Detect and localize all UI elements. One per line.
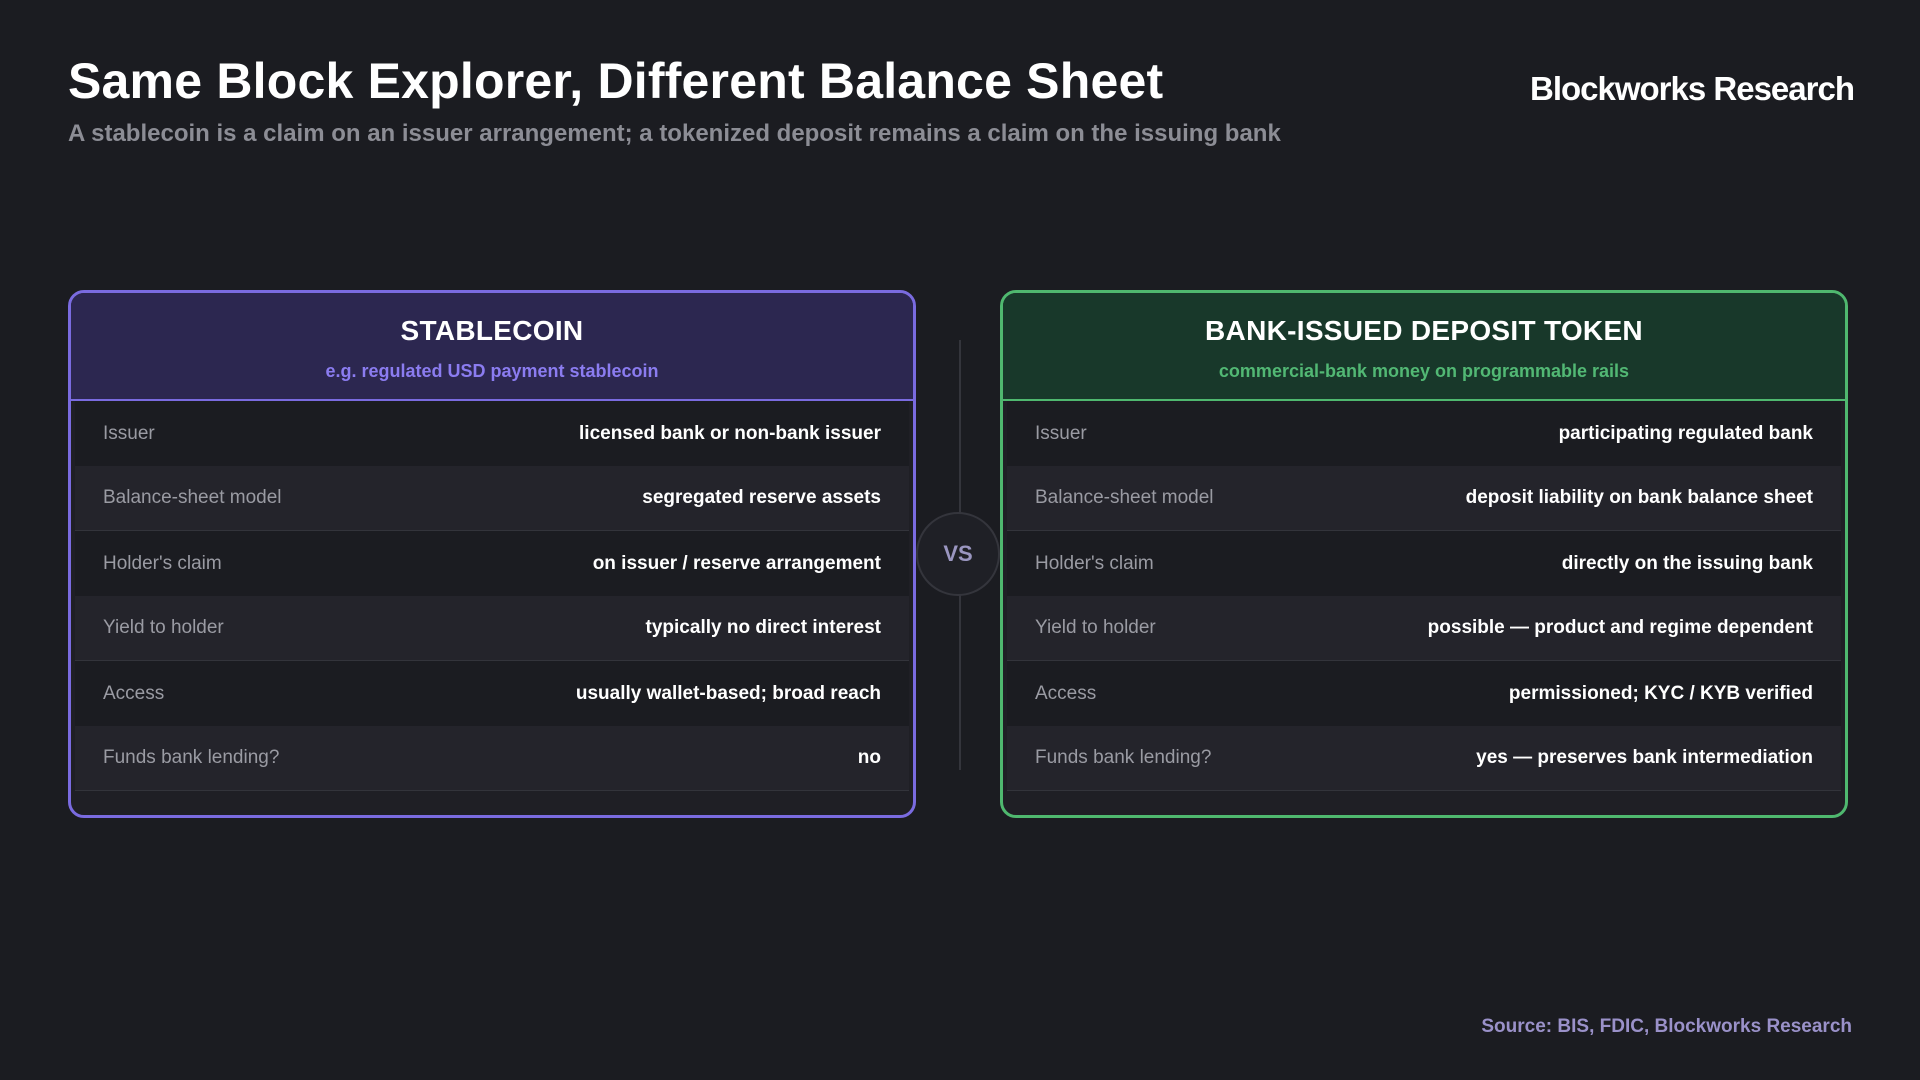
row-label: Yield to holder: [1035, 617, 1156, 638]
row-label: Access: [103, 682, 165, 704]
comparison-row: Holder's claim directly on the issuing b…: [1007, 531, 1841, 596]
row-value: usually wallet-based; broad reach: [575, 682, 881, 704]
deposit-token-card-header: BANK-ISSUED DEPOSIT TOKEN commercial-ban…: [1003, 293, 1845, 401]
comparison-row: Funds bank lending? no: [75, 726, 909, 791]
row-value: licensed bank or non-bank issuer: [579, 422, 881, 444]
deposit-token-card-subtitle: commercial-bank money on programmable ra…: [1218, 361, 1630, 381]
comparison-row: Yield to holder possible — product and r…: [1007, 596, 1841, 661]
deposit-token-rows: Issuer participating regulated bank Bala…: [1003, 401, 1845, 791]
row-label: Issuer: [103, 422, 155, 444]
row-label: Balance-sheet model: [1035, 487, 1214, 508]
deposit-token-card: BANK-ISSUED DEPOSIT TOKEN commercial-ban…: [1000, 290, 1848, 818]
row-value: permissioned; KYC / KYB verified: [1508, 682, 1813, 704]
page-title: Same Block Explorer, Different Balance S…: [68, 53, 1164, 109]
brand-logo: Blockworks Research: [1529, 70, 1855, 107]
row-label: Issuer: [1035, 422, 1087, 444]
stablecoin-card-subtitle: e.g. regulated USD payment stablecoin: [325, 361, 659, 381]
comparison-row: Issuer licensed bank or non-bank issuer: [75, 401, 909, 466]
row-value: deposit liability on bank balance sheet: [1465, 487, 1813, 508]
comparison-row: Access usually wallet-based; broad reach: [75, 661, 909, 726]
deposit-token-card-title: BANK-ISSUED DEPOSIT TOKEN: [1205, 315, 1643, 346]
vs-badge: VS: [916, 512, 1000, 596]
comparison-row: Issuer participating regulated bank: [1007, 401, 1841, 466]
row-label: Funds bank lending?: [1035, 747, 1212, 768]
page-subtitle: A stablecoin is a claim on an issuer arr…: [68, 120, 1281, 147]
stablecoin-rows: Issuer licensed bank or non-bank issuer …: [71, 401, 913, 791]
row-label: Funds bank lending?: [103, 747, 280, 768]
row-value: segregated reserve assets: [642, 487, 881, 508]
comparison-row: Access permissioned; KYC / KYB verified: [1007, 661, 1841, 726]
row-value: participating regulated bank: [1558, 422, 1813, 444]
row-label: Access: [1035, 682, 1097, 704]
row-label: Holder's claim: [103, 552, 222, 574]
row-value: on issuer / reserve arrangement: [592, 552, 881, 574]
comparison-row: Yield to holder typically no direct inte…: [75, 596, 909, 661]
comparison-row: Holder's claim on issuer / reserve arran…: [75, 531, 909, 596]
row-value: directly on the issuing bank: [1561, 552, 1813, 574]
row-label: Yield to holder: [103, 617, 224, 638]
row-label: Holder's claim: [1035, 552, 1154, 574]
row-label: Balance-sheet model: [103, 487, 282, 508]
row-value: typically no direct interest: [645, 617, 881, 638]
row-value: yes — preserves bank intermediation: [1476, 747, 1813, 768]
source-note: Source: BIS, FDIC, Blockworks Research: [1481, 1016, 1852, 1037]
stablecoin-card: STABLECOIN e.g. regulated USD payment st…: [68, 290, 916, 818]
row-value: possible — product and regime dependent: [1427, 617, 1813, 638]
stablecoin-card-header: STABLECOIN e.g. regulated USD payment st…: [71, 293, 913, 401]
comparison-row: Balance-sheet model deposit liability on…: [1007, 466, 1841, 531]
comparison-row: Funds bank lending? yes — preserves bank…: [1007, 726, 1841, 791]
row-value: no: [857, 747, 881, 768]
stablecoin-card-title: STABLECOIN: [400, 315, 584, 346]
comparison-row: Balance-sheet model segregated reserve a…: [75, 466, 909, 531]
